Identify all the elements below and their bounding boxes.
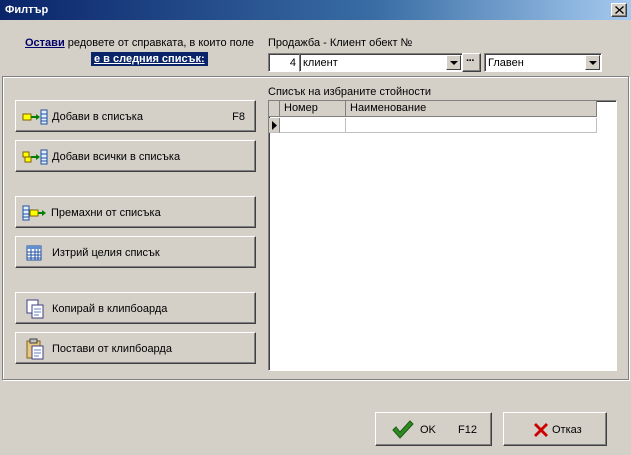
in-list-text[interactable]: е в следния списък: (91, 52, 208, 66)
row-indicator (269, 118, 280, 133)
add-to-list-icon (22, 109, 48, 125)
ellipsis-icon: ··· (466, 55, 475, 67)
list-label: Списък на избраните стойности (268, 86, 431, 98)
cell-number[interactable] (280, 118, 346, 133)
copy-clipboard-label: Копирай в клипбоарда (52, 303, 168, 315)
close-button[interactable] (611, 3, 627, 17)
cancel-label: Отказ (552, 424, 582, 436)
remove-icon (22, 205, 46, 221)
view-combo[interactable]: Главен (484, 53, 602, 72)
intro-sentence: редовете от справката, в които поле (67, 37, 254, 49)
paste-clipboard-button[interactable]: Постави от клипбоарда (15, 332, 256, 364)
view-value: Главен (488, 57, 524, 69)
column-header-name[interactable]: Наименование (346, 101, 597, 117)
ok-label: OK (420, 424, 436, 436)
in-list-selector[interactable]: е в следния списък: (91, 52, 208, 66)
close-icon (615, 6, 624, 14)
copy-clipboard-button[interactable]: Копирай в клипбоарда (15, 292, 256, 324)
grid-corner (269, 101, 280, 117)
entity-dropdown-button[interactable] (446, 55, 461, 70)
paste-icon (26, 338, 44, 360)
ok-shortcut: F12 (458, 424, 477, 436)
cancel-button[interactable]: Отказ (503, 412, 607, 446)
checkmark-icon (392, 420, 414, 439)
remove-button[interactable]: Премахни от списъка (15, 196, 256, 228)
number-field[interactable]: 4 (268, 53, 300, 72)
selected-values-grid[interactable]: Номер Наименование (268, 100, 617, 371)
number-value: 4 (289, 57, 296, 69)
browse-button[interactable]: ··· (462, 53, 481, 72)
window-title: Филтър (5, 4, 49, 16)
add-all-button[interactable]: Добави всички в списъка (15, 140, 256, 172)
grid-clear-icon (26, 245, 42, 261)
title-bar: Филтър (0, 0, 631, 20)
entity-value: клиент (303, 57, 338, 69)
add-to-list-button[interactable]: Добави в списъка F8 (15, 100, 256, 132)
remove-label: Премахни от списъка (51, 207, 161, 219)
row-pointer-icon (272, 121, 277, 130)
cell-name[interactable] (346, 118, 597, 133)
clear-list-label: Изтрий целия списък (52, 247, 160, 259)
ok-button[interactable]: OK F12 (375, 412, 492, 446)
entity-combo[interactable]: клиент (299, 53, 463, 72)
add-all-label: Добави всички в списъка (52, 151, 181, 163)
add-all-icon (22, 149, 48, 165)
clear-list-button[interactable]: Изтрий целия списък (15, 236, 256, 268)
x-icon (534, 423, 548, 437)
keep-link[interactable]: Остави (25, 37, 65, 49)
copy-icon (26, 299, 44, 319)
field-label: Продажба - Клиент обект № (268, 37, 413, 49)
view-dropdown-button[interactable] (585, 55, 600, 70)
add-to-list-label: Добави в списъка (52, 111, 143, 123)
paste-clipboard-label: Постави от клипбоарда (52, 343, 172, 355)
column-header-number[interactable]: Номер (280, 101, 346, 117)
intro-text: Остави редовете от справката, в които по… (25, 37, 254, 49)
add-to-list-shortcut: F8 (232, 111, 245, 123)
